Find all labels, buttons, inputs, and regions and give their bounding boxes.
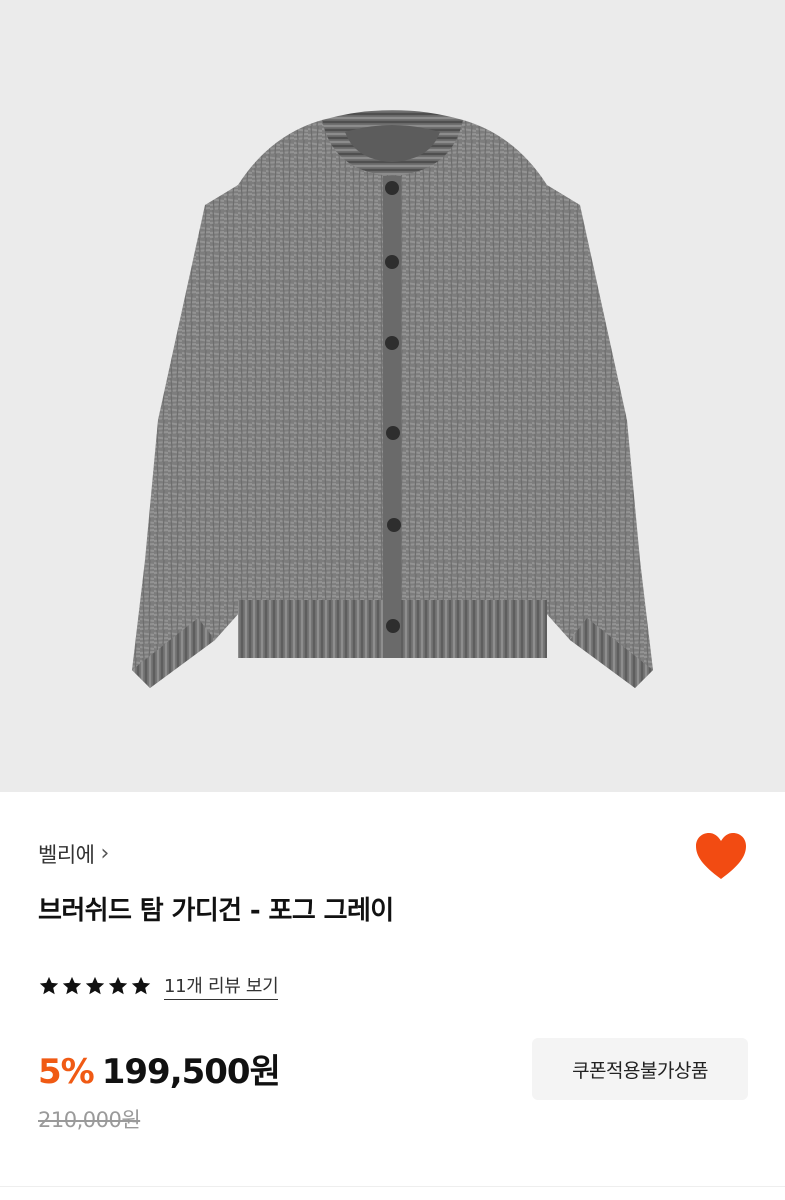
discount-rate: 5% [38, 1052, 95, 1092]
star-icon [108, 976, 128, 995]
brand-name: 벨리에 [38, 843, 95, 867]
price-row: 5% 199,500원 [38, 1044, 281, 1092]
brand-link[interactable]: 벨리에 › [38, 838, 109, 870]
heart-icon[interactable] [694, 832, 748, 882]
original-price: 210,000원 [38, 1108, 141, 1132]
product-image[interactable] [0, 0, 785, 792]
star-icon [62, 976, 82, 995]
coupon-unavailable-badge: 쿠폰적용불가상품 [532, 1038, 748, 1100]
product-title: 브러쉬드 탐 가디건 - 포그 그레이 [38, 896, 394, 926]
star-rating [38, 975, 152, 997]
review-link[interactable]: 11개 리뷰 보기 [164, 972, 279, 1000]
divider [0, 1186, 785, 1187]
star-icon [39, 976, 59, 995]
rating-row: 11개 리뷰 보기 [38, 970, 279, 1002]
cardigan-illustration [132, 110, 653, 688]
chevron-right-icon: › [100, 841, 110, 866]
star-icon [131, 976, 151, 995]
sale-price: 199,500원 [101, 1052, 281, 1092]
star-icon [85, 976, 105, 995]
